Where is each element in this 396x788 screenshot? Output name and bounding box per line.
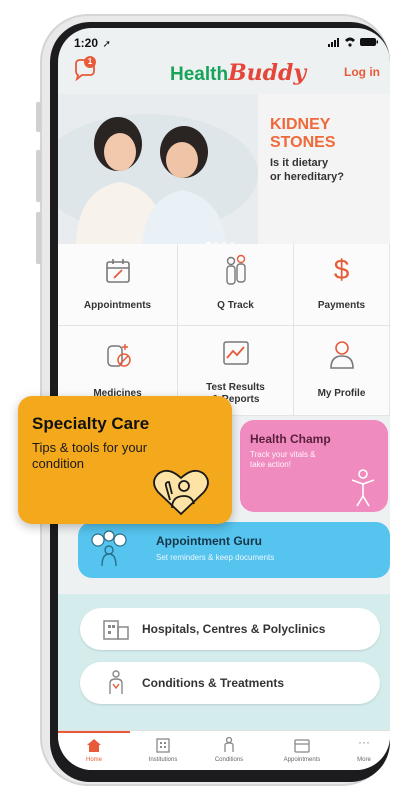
- my-profile-label: My Profile: [317, 388, 366, 399]
- banner-title-line1: KIDNEY: [270, 116, 331, 133]
- banner-photo: [58, 94, 258, 244]
- nav-home[interactable]: Home: [72, 735, 116, 769]
- nav-home-label: Home: [85, 757, 102, 763]
- signal-wifi-battery-icon: [328, 37, 378, 47]
- building-icon: [156, 738, 170, 753]
- location-arrow-icon: ➚: [102, 39, 111, 50]
- nav-more-label: More: [357, 757, 371, 763]
- nav-institutions-label: Institutions: [148, 757, 178, 763]
- specialty-care-description-line2: condition: [32, 456, 85, 471]
- banner-subtitle: Is it dietary or hereditary?: [270, 156, 344, 184]
- conditions-label: Conditions & Treatments: [142, 676, 285, 690]
- brand-name-part2: Buddy: [228, 60, 307, 86]
- login-link[interactable]: Log in: [344, 65, 380, 79]
- calendar-nav-icon: [294, 739, 310, 753]
- hospitals-label: Hospitals, Centres & Polyclinics: [142, 622, 326, 636]
- banner-title-line2: STONES: [270, 134, 336, 151]
- nav-appointments[interactable]: Appointments: [270, 735, 334, 769]
- appointments-tile[interactable]: Appointments: [58, 244, 178, 326]
- qtrack-label: Q Track: [217, 300, 254, 311]
- payments-tile[interactable]: $ Payments: [294, 244, 390, 326]
- test-results-label-line1: Test Results: [206, 382, 265, 393]
- dollar-icon: $: [333, 254, 350, 285]
- my-profile-tile[interactable]: My Profile: [294, 326, 390, 416]
- nav-conditions-label: Conditions: [214, 757, 244, 763]
- profile-person-icon: [330, 341, 354, 369]
- health-champ-desc-line2: take action!: [250, 460, 291, 469]
- nav-more[interactable]: ··· More: [344, 735, 384, 769]
- appointment-guru-desc: Set reminders & keep documents: [156, 553, 275, 562]
- pill-bottle-icon: [107, 344, 131, 367]
- qtrack-tile[interactable]: Q Track: [178, 244, 294, 326]
- nav-appointments-label: Appointments: [283, 757, 321, 763]
- health-champ-desc: Track your vitals & take action!: [250, 450, 316, 470]
- promo-banner[interactable]: KIDNEY STONES Is it dietary or hereditar…: [58, 94, 390, 244]
- health-champ-desc-line1: Track your vitals &: [250, 450, 316, 459]
- calendar-icon: [106, 259, 130, 283]
- health-champ-title: Health Champ: [250, 432, 331, 446]
- nav-conditions[interactable]: Conditions: [202, 735, 256, 769]
- person-icon: [224, 737, 234, 752]
- volume-up-button: [36, 150, 41, 202]
- home-icon: [87, 739, 101, 752]
- banner-title: KIDNEY STONES: [270, 116, 336, 152]
- app-logo: HealthBuddy: [170, 60, 306, 86]
- specialty-care-description-line1: Tips & tools for your: [32, 440, 148, 455]
- body-figure-icon: [109, 670, 123, 694]
- people-network-icon: [91, 530, 127, 567]
- health-champ-card[interactable]: Health Champ Track your vitals & take ac…: [240, 420, 388, 512]
- brand-name-part1: Health: [170, 64, 229, 85]
- volume-down-button: [36, 212, 41, 264]
- specialty-care-description: Tips & tools for your condition: [32, 440, 147, 472]
- payments-label: Payments: [317, 300, 366, 311]
- hospital-building-icon: [103, 620, 129, 640]
- specialty-care-card[interactable]: Specialty Care Tips & tools for your con…: [18, 396, 232, 524]
- mute-switch: [36, 102, 41, 132]
- banner-subtitle-line1: Is it dietary: [270, 157, 329, 169]
- more-dots-icon: ···: [358, 735, 370, 749]
- banner-subtitle-line2: or hereditary?: [270, 171, 344, 183]
- status-icons: [328, 35, 380, 47]
- queue-people-icon: [226, 254, 246, 285]
- appointment-guru-title: Appointment Guru: [156, 534, 262, 548]
- notification-badge: 1: [84, 56, 96, 68]
- specialty-care-title: Specialty Care: [32, 414, 150, 433]
- notification-button[interactable]: 1: [72, 56, 98, 82]
- hospitals-link[interactable]: Hospitals, Centres & Polyclinics: [80, 608, 380, 650]
- heart-hand-icon: [153, 469, 209, 516]
- banner-pagination[interactable]: [206, 234, 235, 244]
- conditions-link[interactable]: Conditions & Treatments: [80, 662, 380, 704]
- status-bar: 1:20 ➚: [74, 34, 111, 52]
- nav-institutions[interactable]: Institutions: [136, 735, 190, 769]
- nav-active-indicator: [58, 731, 130, 733]
- chart-report-icon: [223, 341, 249, 365]
- appointments-label: Appointments: [83, 300, 152, 311]
- champion-figure-icon: [351, 469, 375, 507]
- appointment-guru-card[interactable]: Appointment Guru Set reminders & keep do…: [78, 522, 390, 578]
- status-time: 1:20: [74, 36, 99, 50]
- bottom-nav: Home Institutions Conditions Appointment…: [58, 730, 390, 770]
